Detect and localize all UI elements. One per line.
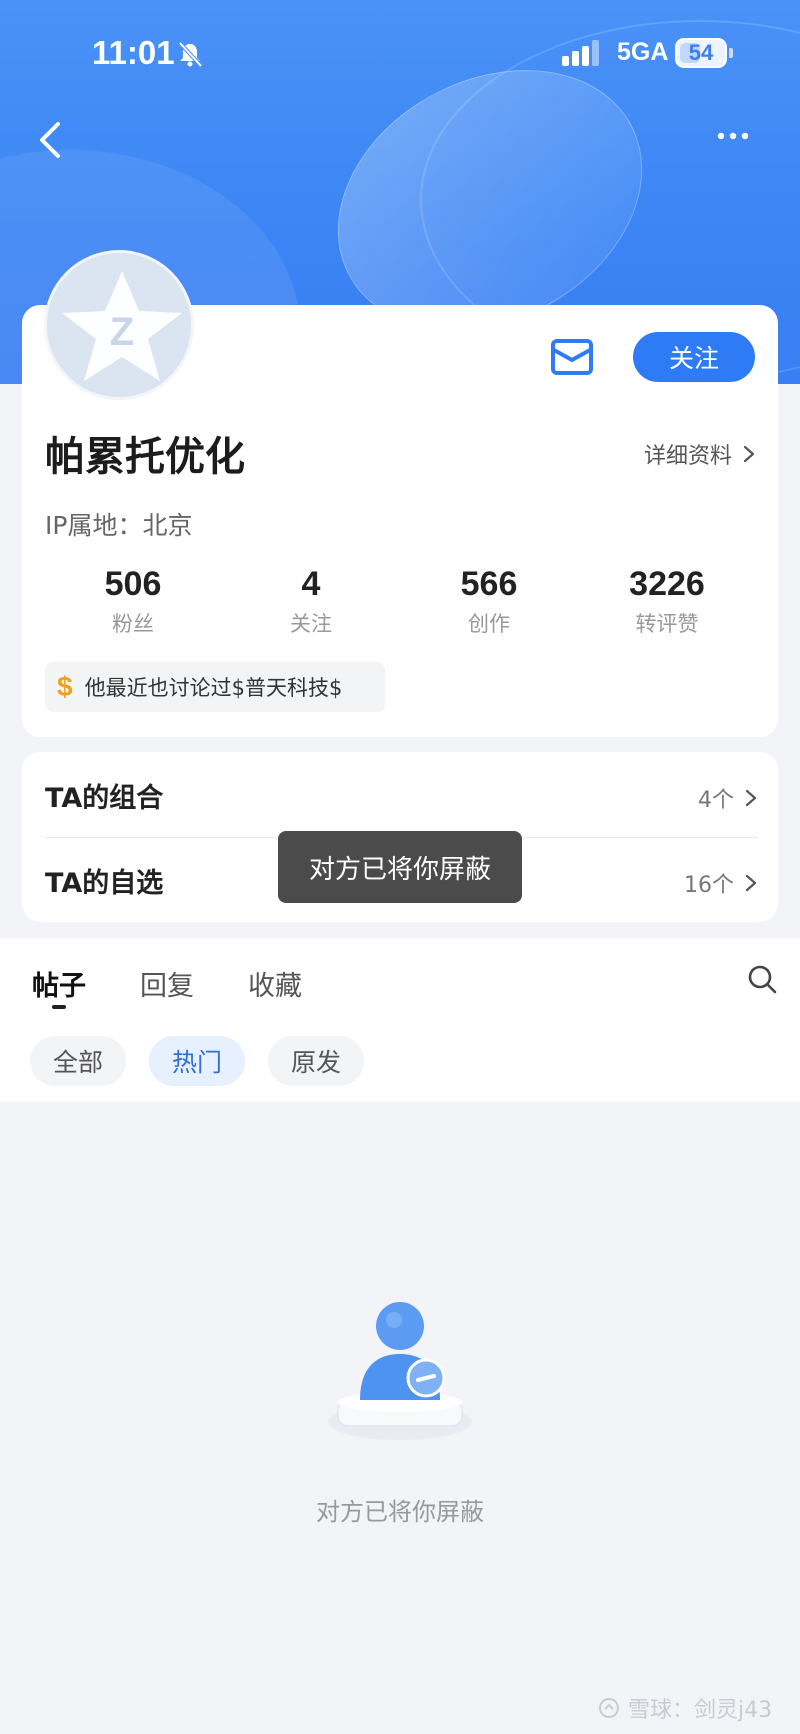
tab-replies[interactable]: 回复	[140, 964, 194, 1003]
chevron-right-icon	[743, 445, 755, 463]
stat-label: 粉丝	[112, 612, 154, 636]
battery-icon: 54	[675, 38, 727, 68]
chevron-left-icon[interactable]	[36, 120, 66, 160]
ip-location: IP属地：北京	[45, 511, 193, 540]
stat-following[interactable]: 4 关注	[226, 565, 396, 638]
filter-hot[interactable]: 热门	[149, 1036, 245, 1086]
stat-label: 创作	[468, 612, 510, 636]
svg-text:Z: Z	[110, 310, 134, 354]
tab-posts[interactable]: 帖子	[32, 964, 86, 1003]
list-item-title: TA的组合	[45, 783, 164, 814]
network-label: 5GA	[617, 38, 669, 66]
detail-link-label: 详细资料	[644, 444, 733, 469]
stat-value: 4	[301, 565, 321, 603]
status-time: 11:01	[92, 34, 175, 71]
discussion-text: 他最近也讨论过$普天科技$	[84, 676, 343, 700]
content-tabs-panel: 帖子 回复 收藏	[0, 938, 800, 1102]
stat-interactions[interactable]: 3226 转评赞	[582, 565, 752, 638]
filter-original[interactable]: 原发	[268, 1036, 364, 1086]
blocked-user-icon	[328, 1302, 472, 1440]
chevron-right-icon	[745, 789, 757, 807]
search-icon[interactable]	[747, 964, 777, 994]
stat-value: 566	[460, 565, 518, 603]
tab-favorites[interactable]: 收藏	[248, 964, 302, 1003]
watermark: 雪球：剑灵j43	[596, 1692, 772, 1724]
discussion-banner[interactable]: $ 他最近也讨论过$普天科技$	[45, 662, 385, 712]
stat-value: 3226	[629, 565, 705, 603]
stat-followers[interactable]: 506 粉丝	[48, 565, 218, 638]
avatar[interactable]: Z	[44, 250, 194, 400]
list-item-title: TA的自选	[45, 868, 164, 899]
stat-posts[interactable]: 566 创作	[404, 565, 574, 638]
battery-level: 54	[688, 40, 714, 65]
toast-message: 对方已将你屏蔽	[278, 831, 522, 903]
bell-muted-icon	[178, 41, 203, 68]
chevron-right-icon	[745, 874, 757, 892]
mail-icon[interactable]	[550, 338, 594, 376]
signal-icon	[562, 40, 599, 66]
empty-state-message: 对方已将你屏蔽	[316, 1498, 484, 1526]
list-item-count: 4个	[698, 782, 758, 814]
snowball-logo-icon	[598, 1697, 620, 1719]
list-item-count-text: 16个	[684, 873, 734, 898]
more-dots-icon[interactable]	[716, 130, 750, 142]
list-item-count-text: 4个	[698, 788, 734, 813]
username: 帕累托优化	[45, 434, 245, 480]
dollar-icon: $	[57, 671, 73, 702]
stat-label: 转评赞	[635, 612, 699, 636]
battery-tip	[729, 48, 733, 58]
stat-label: 关注	[290, 612, 332, 636]
detail-link[interactable]: 详细资料	[644, 438, 756, 470]
watermark-text: 雪球：剑灵j43	[628, 1698, 773, 1723]
filter-all[interactable]: 全部	[30, 1036, 126, 1086]
stat-value: 506	[104, 565, 162, 603]
star-avatar-icon: Z	[47, 253, 191, 397]
list-item-portfolio[interactable]: TA的组合 4个	[22, 752, 778, 838]
list-item-count: 16个	[684, 867, 758, 899]
follow-button[interactable]: 关注	[633, 332, 755, 382]
tab-active-indicator	[52, 1005, 66, 1009]
